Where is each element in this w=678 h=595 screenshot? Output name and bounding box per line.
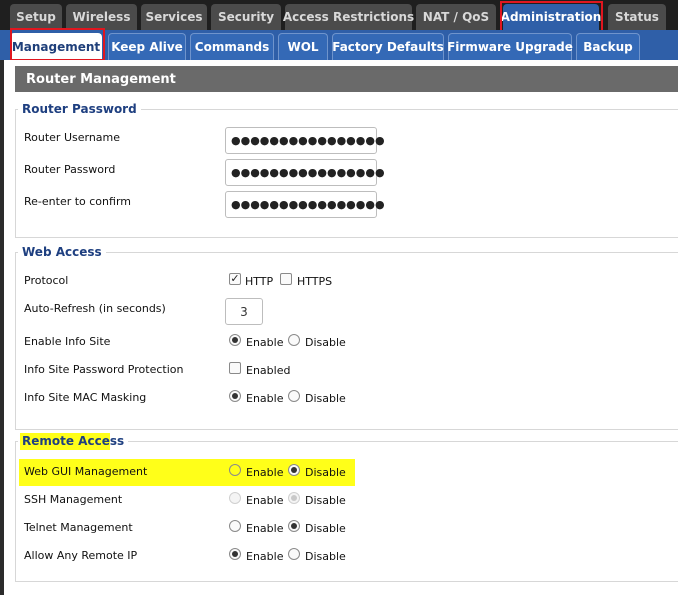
- ssh-disable-radio: [288, 492, 300, 504]
- web-gui-enable-radio[interactable]: [229, 464, 241, 476]
- https-option-label: HTTPS: [297, 275, 333, 288]
- subtab-firmware-upgrade[interactable]: Firmware Upgrade: [447, 33, 573, 60]
- tab-security[interactable]: Security: [211, 4, 281, 30]
- http-option-label: HTTP: [245, 275, 274, 288]
- confirm-password-label: Re-enter to confirm: [24, 195, 131, 208]
- top-nav: Setup Wireless Services Security Access …: [0, 0, 678, 30]
- tab-status[interactable]: Status: [608, 4, 666, 30]
- subtab-commands[interactable]: Commands: [190, 33, 274, 60]
- mac-masking-enable-radio[interactable]: [229, 390, 241, 402]
- telnet-enable-label: Enable: [246, 522, 284, 535]
- web-gui-disable-label: Disable: [305, 466, 346, 479]
- confirm-password-field[interactable]: ●●●●●●●●●●●●●●●●: [225, 191, 385, 218]
- info-site-disable-label: Disable: [305, 336, 346, 349]
- info-site-enable-label: Enable: [246, 336, 284, 349]
- web-gui-enable-label: Enable: [246, 466, 284, 479]
- ssh-enable-radio: [229, 492, 241, 504]
- tab-services[interactable]: Services: [141, 4, 207, 30]
- router-username-label: Router Username: [24, 131, 121, 144]
- protocol-label: Protocol: [24, 274, 69, 287]
- tab-administration[interactable]: Administration: [501, 4, 601, 30]
- info-pw-protection-checkbox[interactable]: [229, 362, 241, 374]
- tab-nat-qos[interactable]: NAT / QoS: [416, 4, 496, 30]
- tab-access-restrictions[interactable]: Access Restrictions: [283, 4, 414, 30]
- ssh-enable-label: Enable: [246, 494, 284, 507]
- subtab-factory-defaults[interactable]: Factory Defaults: [332, 33, 444, 60]
- telnet-enable-radio[interactable]: [229, 520, 241, 532]
- ssh-disable-label: Disable: [305, 494, 346, 507]
- router-username-field[interactable]: ●●●●●●●●●●●●●●●●: [225, 127, 385, 154]
- remote-access-legend: Remote Access: [22, 434, 125, 448]
- auto-refresh-input[interactable]: 3: [225, 298, 263, 325]
- web-gui-disable-radio[interactable]: [288, 464, 300, 476]
- router-password-field[interactable]: ●●●●●●●●●●●●●●●●: [225, 159, 385, 186]
- telnet-disable-label: Disable: [305, 522, 346, 535]
- any-remote-ip-label: Allow Any Remote IP: [24, 549, 138, 562]
- subtab-backup[interactable]: Backup: [576, 33, 640, 60]
- telnet-label: Telnet Management: [24, 521, 133, 534]
- info-site-enable-radio[interactable]: [229, 334, 241, 346]
- tab-setup[interactable]: Setup: [10, 4, 62, 30]
- telnet-disable-radio[interactable]: [288, 520, 300, 532]
- info-site-label: Enable Info Site: [24, 335, 111, 348]
- mac-masking-enable-label: Enable: [246, 392, 284, 405]
- info-site-disable-radio[interactable]: [288, 334, 300, 346]
- web-gui-label: Web GUI Management: [24, 465, 148, 478]
- ssh-label: SSH Management: [24, 493, 123, 506]
- router-password-label: Router Password: [24, 163, 116, 176]
- any-remote-ip-enable-label: Enable: [246, 550, 284, 563]
- http-checkbox[interactable]: ✓: [229, 273, 241, 285]
- router-password-legend: Router Password: [22, 102, 137, 116]
- sub-nav: Management Keep Alive Commands WOL Facto…: [0, 30, 678, 60]
- auto-refresh-label: Auto-Refresh (in seconds): [24, 302, 166, 315]
- content-panel: Router Management Router Password Router…: [4, 60, 678, 595]
- page-title: Router Management: [15, 66, 678, 92]
- subtab-management[interactable]: Management: [10, 33, 102, 60]
- any-remote-ip-disable-label: Disable: [305, 550, 346, 563]
- mac-masking-disable-radio[interactable]: [288, 390, 300, 402]
- mac-masking-disable-label: Disable: [305, 392, 346, 405]
- https-checkbox[interactable]: [280, 273, 292, 285]
- subtab-keep-alive[interactable]: Keep Alive: [108, 33, 186, 60]
- any-remote-ip-enable-radio[interactable]: [229, 548, 241, 560]
- tab-wireless[interactable]: Wireless: [66, 4, 137, 30]
- subtab-wol[interactable]: WOL: [278, 33, 328, 60]
- web-access-legend: Web Access: [22, 245, 102, 259]
- mac-masking-label: Info Site MAC Masking: [24, 391, 147, 404]
- info-pw-protection-label: Info Site Password Protection: [24, 363, 184, 376]
- info-pw-protection-option: Enabled: [246, 364, 291, 377]
- any-remote-ip-disable-radio[interactable]: [288, 548, 300, 560]
